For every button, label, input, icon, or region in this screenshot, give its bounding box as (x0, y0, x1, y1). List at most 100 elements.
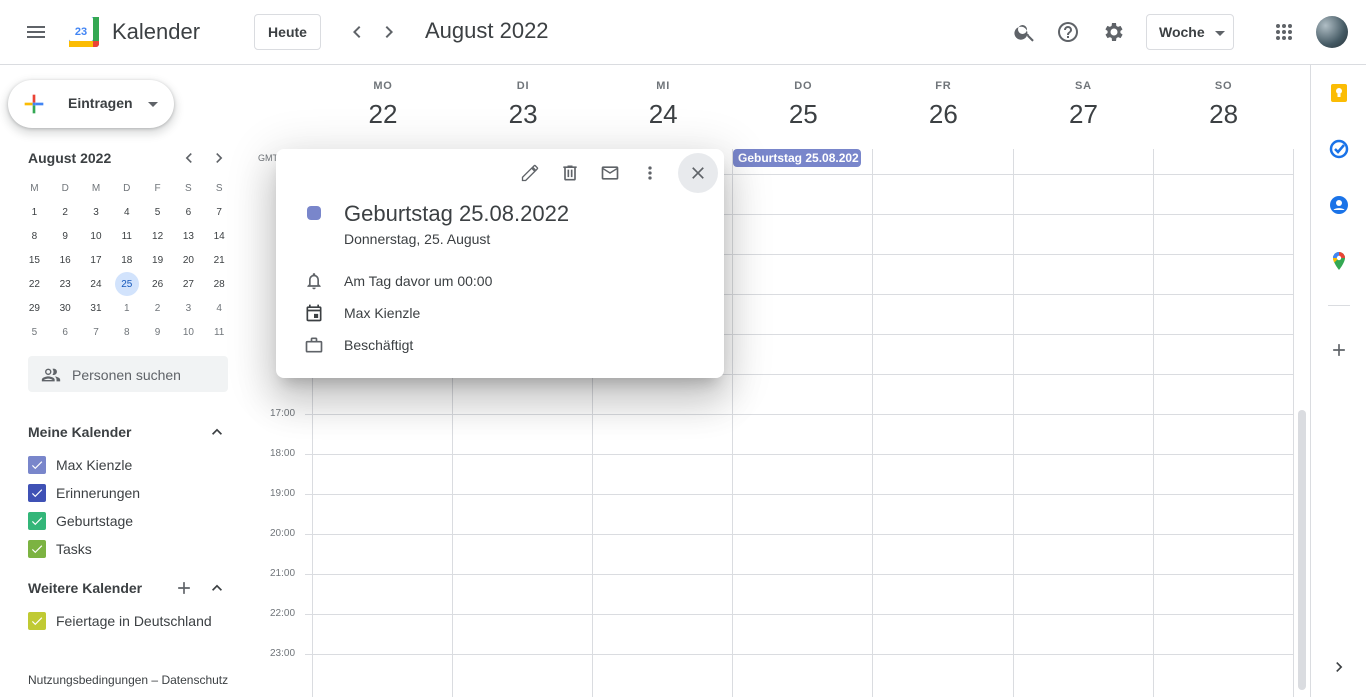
mini-day[interactable]: 2 (142, 296, 173, 320)
mini-day[interactable]: 5 (142, 200, 173, 224)
mini-day[interactable]: 6 (50, 320, 81, 344)
maps-icon[interactable] (1319, 241, 1359, 281)
day-column-header[interactable]: SO 28 (1154, 80, 1294, 130)
terms-privacy-footer[interactable]: Nutzungsbedingungen – Datenschutz (28, 673, 228, 687)
day-number[interactable]: 22 (313, 99, 453, 130)
other-calendars-title[interactable]: Weitere Kalender (28, 580, 142, 596)
mini-day[interactable]: 8 (19, 224, 50, 248)
mini-day[interactable]: 6 (173, 200, 204, 224)
mini-day[interactable]: 14 (204, 224, 235, 248)
mini-day[interactable]: 3 (81, 200, 112, 224)
mini-day[interactable]: 2 (50, 200, 81, 224)
mini-day[interactable]: 23 (50, 272, 81, 296)
mini-day[interactable]: 12 (142, 224, 173, 248)
mini-day[interactable]: 21 (204, 248, 235, 272)
collapse-other-calendars-icon[interactable] (203, 574, 231, 602)
mini-day[interactable]: 17 (81, 248, 112, 272)
edit-pencil-icon[interactable] (510, 153, 550, 193)
tasks-icon[interactable] (1319, 129, 1359, 169)
help-icon[interactable] (1048, 12, 1088, 52)
add-calendar-plus-icon[interactable] (170, 574, 198, 602)
calendar-item[interactable]: Erinnerungen (28, 481, 140, 505)
search-icon[interactable] (1005, 12, 1045, 52)
mini-day[interactable]: 27 (173, 272, 204, 296)
mini-day[interactable]: 1 (111, 296, 142, 320)
mini-day[interactable]: 10 (81, 224, 112, 248)
mini-day-selected[interactable]: 25 (111, 272, 142, 296)
mini-day[interactable]: 4 (111, 200, 142, 224)
calendar-item[interactable]: Tasks (28, 537, 92, 561)
next-week-icon[interactable] (369, 12, 409, 52)
mini-day[interactable]: 16 (50, 248, 81, 272)
mini-day[interactable]: 11 (204, 320, 235, 344)
mini-day[interactable]: 19 (142, 248, 173, 272)
calendar-logo-icon[interactable]: 23 (68, 16, 100, 48)
mini-day[interactable]: 28 (204, 272, 235, 296)
mini-day[interactable]: 11 (111, 224, 142, 248)
day-column-header[interactable]: MO 22 (313, 80, 453, 130)
day-number[interactable]: 24 (593, 99, 733, 130)
checkbox-checked-icon[interactable] (28, 484, 46, 502)
mini-day[interactable]: 18 (111, 248, 142, 272)
day-column-header[interactable]: DO 25 (733, 80, 873, 130)
mini-day[interactable]: 31 (81, 296, 112, 320)
day-number[interactable]: 23 (453, 99, 593, 130)
calendar-item[interactable]: Feiertage in Deutschland (28, 609, 212, 633)
day-column-header[interactable]: DI 23 (453, 80, 593, 130)
more-options-icon[interactable] (630, 153, 670, 193)
mini-day[interactable]: 9 (142, 320, 173, 344)
mini-day[interactable]: 30 (50, 296, 81, 320)
contacts-icon[interactable] (1319, 185, 1359, 225)
account-avatar[interactable] (1316, 16, 1348, 48)
mini-day[interactable]: 20 (173, 248, 204, 272)
calendar-item[interactable]: Max Kienzle (28, 453, 132, 477)
mini-day[interactable]: 22 (19, 272, 50, 296)
checkbox-checked-icon[interactable] (28, 456, 46, 474)
mini-week-row: 8 9 10 11 12 13 14 (19, 224, 235, 248)
my-calendars-title[interactable]: Meine Kalender (28, 424, 131, 440)
day-number[interactable]: 27 (1014, 99, 1154, 130)
mini-day[interactable]: 4 (204, 296, 235, 320)
view-select-dropdown[interactable]: Woche (1146, 14, 1234, 50)
mini-day[interactable]: 8 (111, 320, 142, 344)
day-column-header[interactable]: SA 27 (1014, 80, 1154, 130)
people-search-input[interactable]: Personen suchen (28, 356, 228, 392)
checkbox-checked-icon[interactable] (28, 512, 46, 530)
mini-day[interactable]: 15 (19, 248, 50, 272)
mini-day[interactable]: 5 (19, 320, 50, 344)
expand-panel-chevron-icon[interactable] (1319, 647, 1359, 687)
mini-day[interactable]: 7 (204, 200, 235, 224)
close-popup-icon[interactable] (678, 153, 718, 193)
today-button[interactable]: Heute (254, 14, 321, 50)
mini-day[interactable]: 7 (81, 320, 112, 344)
mini-day[interactable]: 9 (50, 224, 81, 248)
mini-day[interactable]: 10 (173, 320, 204, 344)
email-envelope-icon[interactable] (590, 153, 630, 193)
settings-gear-icon[interactable] (1094, 12, 1134, 52)
mini-day[interactable]: 26 (142, 272, 173, 296)
day-column-header[interactable]: FR 26 (873, 80, 1013, 130)
mini-prev-month-icon[interactable] (175, 144, 203, 172)
grid-scrollbar[interactable] (1298, 410, 1306, 690)
create-event-button[interactable]: Eintragen (8, 80, 174, 128)
mini-day[interactable]: 3 (173, 296, 204, 320)
delete-trash-icon[interactable] (550, 153, 590, 193)
day-number[interactable]: 28 (1154, 99, 1294, 130)
mini-day[interactable]: 29 (19, 296, 50, 320)
add-addon-plus-icon[interactable] (1319, 330, 1359, 370)
mini-day[interactable]: 13 (173, 224, 204, 248)
mini-day[interactable]: 1 (19, 200, 50, 224)
day-number[interactable]: 25 (733, 99, 873, 130)
checkbox-checked-icon[interactable] (28, 612, 46, 630)
calendar-item[interactable]: Geburtstage (28, 509, 133, 533)
keep-icon[interactable] (1319, 73, 1359, 113)
mini-day[interactable]: 24 (81, 272, 112, 296)
mini-next-month-icon[interactable] (205, 144, 233, 172)
checkbox-checked-icon[interactable] (28, 540, 46, 558)
day-column-header[interactable]: MI 24 (593, 80, 733, 130)
collapse-my-calendars-icon[interactable] (203, 418, 231, 446)
allday-event-chip[interactable]: Geburtstag 25.08.202 (733, 149, 861, 167)
apps-grid-icon[interactable] (1264, 12, 1304, 52)
main-menu-icon[interactable] (16, 12, 56, 52)
day-number[interactable]: 26 (873, 99, 1013, 130)
